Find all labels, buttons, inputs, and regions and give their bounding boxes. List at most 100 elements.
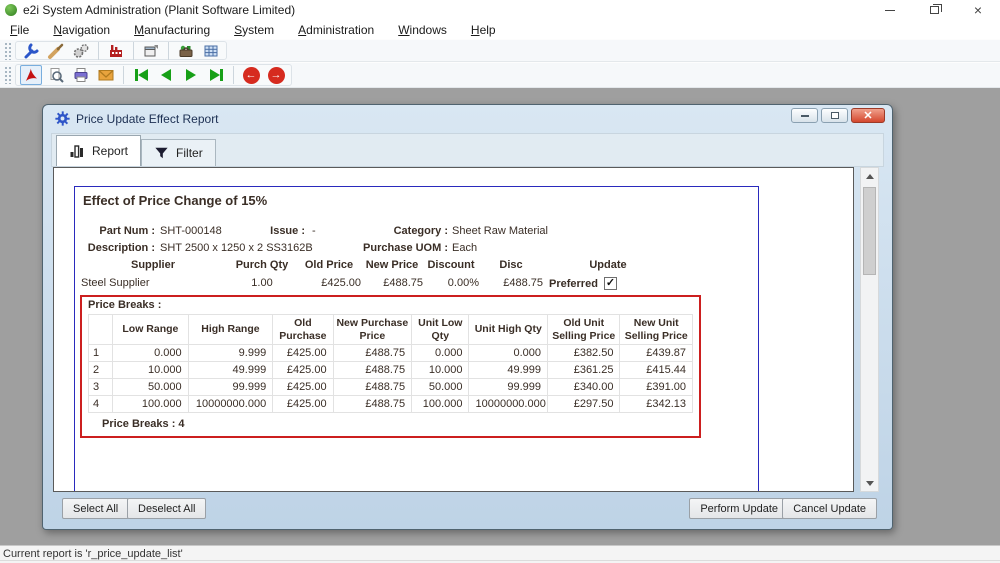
minimize-button[interactable] — [868, 0, 912, 20]
perform-update-button[interactable]: Perform Update — [689, 498, 789, 519]
print-preview-button[interactable] — [45, 65, 67, 85]
properties-button[interactable] — [140, 41, 162, 61]
report-heading: Effect of Price Change of 15% — [83, 193, 267, 208]
scroll-up-button[interactable] — [861, 168, 878, 184]
disc-value: £488.75 — [479, 277, 543, 290]
tab-filter[interactable]: Filter — [141, 139, 216, 166]
old-price-value: £425.00 — [297, 277, 361, 290]
price-break-row: 2 10.000 49.999 £425.00 £488.75 10.000 4… — [89, 362, 693, 379]
toolbar-grip[interactable] — [4, 66, 11, 84]
toolbar-grip[interactable] — [4, 42, 11, 60]
scrollbar-thumb[interactable] — [863, 187, 876, 275]
scroll-down-button[interactable] — [861, 475, 878, 491]
close-button[interactable]: × — [956, 0, 1000, 20]
menu-file[interactable]: File — [8, 21, 41, 39]
cell: 9.999 — [188, 345, 273, 362]
back-button[interactable]: ← — [240, 65, 262, 85]
scroll-up-icon — [866, 174, 874, 179]
factory-icon — [107, 42, 125, 60]
toolbar-separator — [168, 42, 169, 60]
toolbar-separator — [133, 42, 134, 60]
supplier-header-row: Supplier Purch Qty Old Price New Price D… — [79, 259, 689, 271]
cell: 100.000 — [412, 396, 469, 413]
update-header: Update — [543, 259, 673, 271]
discount-value: 0.00% — [423, 277, 479, 290]
update-checkbox[interactable]: ✓ — [604, 277, 617, 290]
col-header-new-purchase-price: New Purchase Price — [333, 315, 412, 345]
new-price-header: New Price — [361, 259, 423, 271]
cell: £342.13 — [620, 396, 693, 413]
vertical-scrollbar[interactable] — [860, 167, 879, 492]
price-breaks-label: Price Breaks : — [88, 299, 693, 311]
toolbox-icon — [177, 42, 195, 60]
button-row: Select All Deselect All Perform Update C… — [43, 498, 892, 520]
col-header-high-range: High Range — [188, 315, 273, 345]
menu-windows[interactable]: Windows — [396, 21, 459, 39]
gears-button[interactable] — [70, 41, 92, 61]
last-record-button[interactable] — [205, 65, 227, 85]
old-price-header: Old Price — [297, 259, 361, 271]
restore-button[interactable] — [912, 0, 956, 20]
toolbar-separator — [233, 66, 234, 84]
tab-report[interactable]: Report — [56, 135, 141, 166]
printer-icon — [72, 66, 90, 84]
factory-button[interactable] — [105, 41, 127, 61]
cell: £439.87 — [620, 345, 693, 362]
menu-help[interactable]: Help — [469, 21, 508, 39]
cell: 2 — [89, 362, 113, 379]
cell: 3 — [89, 379, 113, 396]
menu-system[interactable]: System — [232, 21, 286, 39]
cancel-update-button[interactable]: Cancel Update — [782, 498, 877, 519]
mdi-client-area: Price Update Effect Report ✕ Report Filt… — [0, 88, 1000, 545]
wrench-button[interactable] — [20, 41, 42, 61]
category-value: Sheet Raw Material — [452, 225, 548, 237]
price-break-row: 1 0.000 9.999 £425.00 £488.75 0.000 0.00… — [89, 345, 693, 362]
cell: £488.75 — [333, 396, 412, 413]
previous-record-button[interactable] — [155, 65, 177, 85]
child-window-title: Price Update Effect Report — [76, 112, 219, 126]
issue-value: - — [312, 225, 316, 237]
grid-button[interactable] — [200, 41, 222, 61]
child-minimize-icon — [801, 115, 809, 117]
child-restore-icon — [831, 112, 839, 119]
select-all-button[interactable]: Select All — [62, 498, 129, 519]
child-titlebar[interactable]: Price Update Effect Report ✕ — [43, 105, 892, 132]
child-close-button[interactable]: ✕ — [851, 108, 885, 123]
price-break-row: 4 100.000 10000000.000 £425.00 £488.75 1… — [89, 396, 693, 413]
menu-manufacturing[interactable]: Manufacturing — [132, 21, 222, 39]
tabstrip: Report Filter — [51, 133, 884, 167]
toolbox-button[interactable] — [175, 41, 197, 61]
purch-qty-value: 1.00 — [227, 277, 297, 290]
col-header-old-purchase: Old Purchase — [273, 315, 333, 345]
price-breaks-header-row: Low Range High Range Old Purchase New Pu… — [89, 315, 693, 345]
deselect-all-button[interactable]: Deselect All — [127, 498, 206, 519]
supplier-row: Steel Supplier 1.00 £425.00 £488.75 0.00… — [79, 277, 689, 290]
next-record-button[interactable] — [180, 65, 202, 85]
description-label: Description : — [75, 242, 155, 254]
email-button[interactable] — [95, 65, 117, 85]
disc-header: Disc — [479, 259, 543, 271]
menu-administration[interactable]: Administration — [296, 21, 386, 39]
child-minimize-button[interactable] — [791, 108, 818, 123]
first-record-button[interactable] — [130, 65, 152, 85]
col-header-new-unit-selling-price: New Unit Selling Price — [620, 315, 693, 345]
screwdriver-button[interactable] — [45, 41, 67, 61]
forward-button[interactable]: → — [265, 65, 287, 85]
app-window: e2i System Administration (Planit Softwa… — [0, 0, 1000, 563]
status-text: Current report is 'r_price_update_list' — [0, 547, 1000, 561]
child-restore-button[interactable] — [821, 108, 848, 123]
menu-navigation[interactable]: Navigation — [51, 21, 122, 39]
toolbar-report: ← → — [0, 62, 1000, 88]
pdf-export-button[interactable] — [20, 65, 42, 85]
statusbar: Current report is 'r_price_update_list' — [0, 545, 1000, 563]
part-num-value: SHT-000148 — [160, 225, 222, 237]
cell: £425.00 — [273, 379, 333, 396]
discount-header: Discount — [423, 259, 479, 271]
first-record-icon — [135, 69, 148, 81]
cell: 10.000 — [113, 362, 189, 379]
col-header-old-unit-selling-price: Old Unit Selling Price — [548, 315, 620, 345]
print-button[interactable] — [70, 65, 92, 85]
purchase-uom-value: Each — [452, 242, 477, 254]
gear-icon — [55, 111, 70, 126]
bar-chart-icon — [69, 143, 85, 159]
